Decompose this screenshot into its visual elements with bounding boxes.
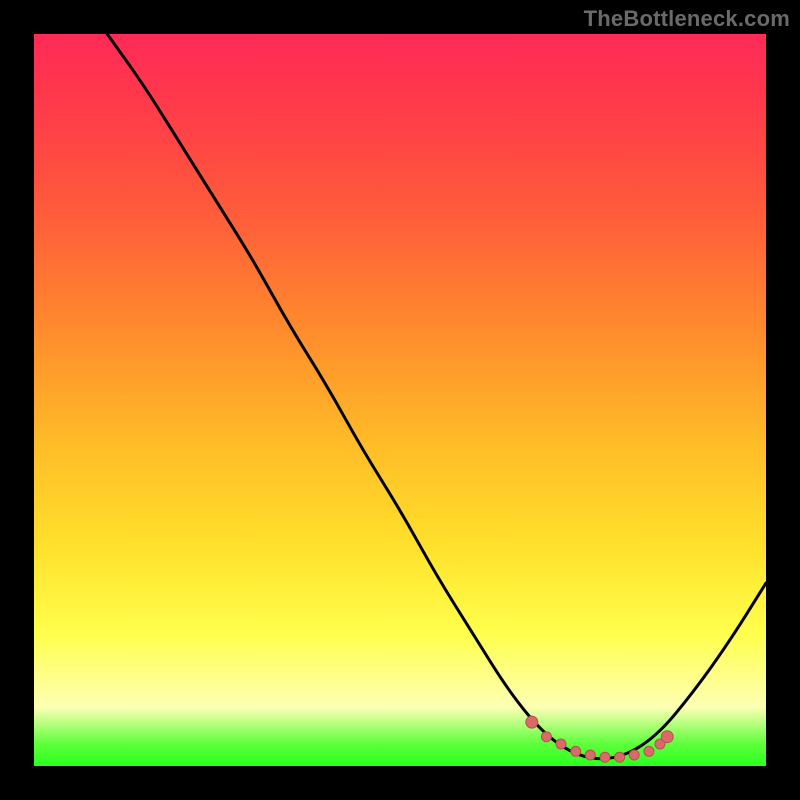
valley-marker	[615, 752, 625, 762]
chart-frame: TheBottleneck.com	[0, 0, 800, 800]
valley-marker	[655, 739, 665, 749]
watermark: TheBottleneck.com	[584, 6, 790, 32]
valley-marker	[600, 752, 610, 762]
bottleneck-curve	[107, 34, 766, 759]
marker-group	[526, 716, 673, 762]
valley-marker	[526, 716, 538, 728]
chart-svg	[34, 34, 766, 766]
chart-plot-area	[34, 34, 766, 766]
valley-marker	[644, 746, 654, 756]
valley-marker	[571, 746, 581, 756]
valley-marker	[661, 731, 673, 743]
valley-marker	[541, 732, 551, 742]
valley-marker	[585, 750, 595, 760]
valley-marker	[629, 750, 639, 760]
valley-marker	[556, 739, 566, 749]
